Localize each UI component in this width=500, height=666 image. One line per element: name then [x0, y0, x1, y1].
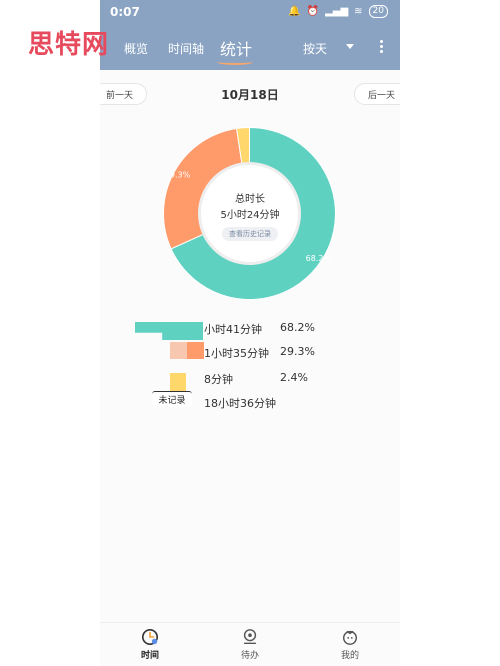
legend-row[interactable]: 1小时35分钟 29.3%	[100, 342, 400, 364]
clock-icon	[141, 628, 159, 646]
legend-percent: 29.3%	[280, 345, 315, 358]
active-tab-indicator	[217, 59, 253, 65]
tab-timeline[interactable]: 时间轴	[168, 40, 204, 57]
chart-slice-label-2: 29.3%	[165, 170, 191, 179]
legend-percent: 2.4%	[280, 371, 308, 384]
legend-swatch	[135, 322, 203, 340]
bottom-tab-label: 待办	[240, 651, 259, 661]
battery-icon: 20	[368, 5, 388, 18]
bottom-tab-time[interactable]: 时间	[120, 628, 180, 661]
tab-statistics[interactable]: 统计	[220, 36, 252, 60]
phone-screen: 0:07 🔔 ⏰ ▂▄▆ ≋ 20 概览 时间轴 统计 按天 前一天 10月18…	[100, 0, 400, 666]
wifi-icon: ≋	[354, 6, 363, 17]
legend-swatch	[170, 373, 186, 391]
legend-label: 1小时35分钟	[204, 347, 269, 360]
legend-label: 8分钟	[204, 373, 233, 386]
bottom-nav: 时间 待办 我的	[100, 622, 400, 666]
watermark-logo: 思特网	[28, 30, 110, 60]
legend-percent: 68.2%	[280, 321, 315, 334]
bottom-tab-label: 时间	[140, 651, 159, 661]
chart-center-title: 总时长	[235, 194, 265, 205]
legend-row[interactable]: 小时41分钟 68.2%	[100, 318, 400, 340]
chart-center-value: 5小时24分钟	[220, 210, 280, 221]
chart-slice-label-1: 68.2%	[306, 254, 332, 263]
notification-icon: 🔔	[288, 6, 301, 17]
status-bar: 0:07 🔔 ⏰ ▂▄▆ ≋ 20	[100, 0, 400, 26]
legend-label: 小时41分钟	[204, 323, 262, 336]
tab-overview[interactable]: 概览	[124, 40, 148, 57]
tomato-icon	[342, 630, 358, 645]
signal-icon: ▂▄▆	[325, 6, 349, 17]
legend-swatch	[170, 342, 204, 359]
alarm-icon: ⏰	[306, 6, 320, 17]
bottom-tab-todo[interactable]: 待办	[220, 628, 280, 661]
bottom-tab-mine[interactable]: 我的	[320, 628, 380, 661]
chevron-down-icon[interactable]	[346, 44, 354, 49]
view-history-button[interactable]: 查看历史记录	[222, 227, 278, 241]
status-time: 0:07	[110, 5, 140, 19]
status-icons: 🔔 ⏰ ▂▄▆ ≋ 20	[288, 5, 388, 18]
legend-label: 18小时36分钟	[204, 397, 276, 410]
more-vertical-icon[interactable]	[380, 40, 384, 53]
top-nav: 概览 时间轴 统计 按天	[100, 26, 400, 70]
next-day-button[interactable]: 后一天	[354, 83, 400, 105]
legend-row[interactable]: 8分钟 2.4%	[100, 368, 400, 391]
date-nav: 前一天 10月18日 后一天	[100, 80, 400, 110]
range-selector[interactable]: 按天	[303, 40, 327, 57]
todo-icon	[243, 629, 257, 645]
legend-row-unrecorded[interactable]: 18小时36分钟	[100, 392, 400, 414]
page: 思特网 0:07 🔔 ⏰ ▂▄▆ ≋ 20 概览 时间轴 统计 按天 前一天 1…	[0, 0, 500, 666]
unrecorded-tag: 未记录	[152, 391, 192, 407]
bottom-tab-label: 我的	[340, 651, 359, 661]
